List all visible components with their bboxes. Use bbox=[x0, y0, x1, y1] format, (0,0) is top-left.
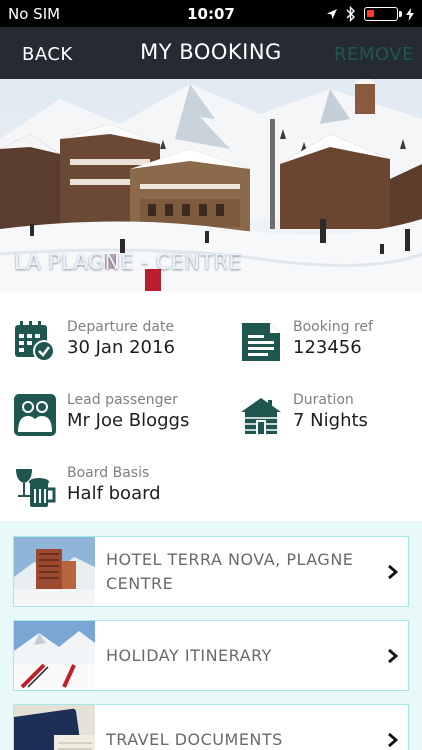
calendar-check-icon bbox=[15, 321, 55, 362]
documents-thumbnail bbox=[14, 705, 95, 750]
board-basis-value: Half board bbox=[67, 483, 161, 504]
booking-ref-item: Booking ref 123456 bbox=[240, 319, 422, 371]
lead-passenger-value: Mr Joe Bloggs bbox=[67, 410, 190, 431]
hotel-thumbnail bbox=[14, 537, 95, 606]
lead-passenger-label: Lead passenger bbox=[67, 392, 178, 408]
duration-label: Duration bbox=[293, 392, 354, 408]
document-icon bbox=[242, 323, 280, 361]
departure-date-value: 30 Jan 2016 bbox=[67, 337, 175, 358]
bluetooth-icon bbox=[346, 6, 355, 22]
booking-ref-value: 123456 bbox=[293, 337, 362, 358]
status-bar: No SIM 10:07 bbox=[0, 0, 422, 27]
chevron-right-icon bbox=[378, 564, 408, 580]
chevron-right-icon bbox=[378, 732, 408, 748]
booking-links-list: HOTEL TERRA NOVA, PLAGNE CENTRE HOLIDAY … bbox=[0, 521, 422, 750]
resort-caption: LA PLAGNE - CENTRE bbox=[14, 250, 242, 274]
departure-date-item: Departure date 30 Jan 2016 bbox=[14, 319, 214, 371]
itinerary-link-card[interactable]: HOLIDAY ITINERARY bbox=[13, 620, 409, 691]
chevron-right-icon bbox=[378, 648, 408, 664]
booking-details: Departure date 30 Jan 2016 Booking ref 1… bbox=[0, 291, 422, 521]
remove-button[interactable]: REMOVE bbox=[334, 44, 414, 65]
nav-bar: BACK MY BOOKING REMOVE bbox=[0, 27, 422, 79]
duration-value: 7 Nights bbox=[293, 410, 368, 431]
travel-documents-link-card[interactable]: TRAVEL DOCUMENTS bbox=[13, 704, 409, 750]
departure-date-label: Departure date bbox=[67, 319, 175, 335]
itinerary-link-label: HOLIDAY ITINERARY bbox=[106, 645, 272, 665]
lead-passenger-item: Lead passenger Mr Joe Bloggs bbox=[14, 392, 214, 444]
location-arrow-icon bbox=[327, 9, 337, 19]
charging-bolt-icon bbox=[406, 7, 414, 21]
booking-ref-label: Booking ref bbox=[293, 319, 373, 335]
battery-icon bbox=[364, 7, 402, 21]
hotel-link-label: HOTEL TERRA NOVA, PLAGNE CENTRE bbox=[106, 549, 354, 593]
cabin-icon bbox=[241, 398, 281, 434]
board-basis-label: Board Basis bbox=[67, 465, 150, 481]
hotel-link-card[interactable]: HOTEL TERRA NOVA, PLAGNE CENTRE bbox=[13, 536, 409, 607]
duration-item: Duration 7 Nights bbox=[240, 392, 422, 444]
wine-beer-icon bbox=[16, 469, 56, 507]
people-icon bbox=[14, 394, 56, 436]
resort-hero-image: LA PLAGNE - CENTRE bbox=[0, 79, 422, 291]
board-basis-item: Board Basis Half board bbox=[14, 465, 214, 517]
travel-documents-link-label: TRAVEL DOCUMENTS bbox=[106, 729, 283, 749]
status-indicators bbox=[326, 5, 414, 23]
itinerary-thumbnail bbox=[14, 621, 95, 690]
